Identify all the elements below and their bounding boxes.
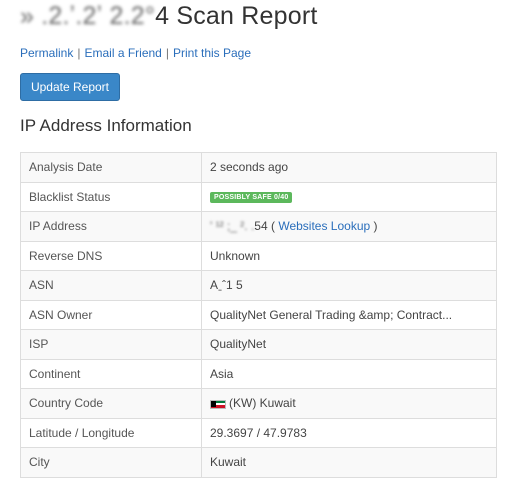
table-row: ISP QualityNet bbox=[20, 329, 497, 360]
title-text: 4 Scan Report bbox=[155, 2, 318, 30]
asn-value: Aˍˆ1 5 bbox=[201, 270, 497, 301]
websites-lookup-link[interactable]: Websites Lookup bbox=[278, 219, 370, 233]
continent-value: Asia bbox=[201, 358, 497, 389]
paren-open: ( bbox=[271, 219, 275, 234]
ip-tail: 54 bbox=[254, 219, 268, 234]
city-value: Kuwait bbox=[201, 447, 497, 478]
table-row: Reverse DNS Unknown bbox=[20, 240, 497, 271]
blacklist-status-label: Blacklist Status bbox=[20, 181, 202, 212]
reverse-dns-label: Reverse DNS bbox=[20, 240, 202, 271]
table-row: IP Address ' ¹² ;_ ². .54 ( Websites Loo… bbox=[20, 211, 497, 242]
table-row: ASN Owner QualityNet General Trading &am… bbox=[20, 299, 497, 330]
ip-address-label: IP Address bbox=[20, 211, 202, 242]
obscured-ip-title: » .2.ʼ.2ʼ 2.2° bbox=[20, 2, 156, 30]
table-row: City Kuwait bbox=[20, 447, 497, 478]
permalink-link[interactable]: Permalink bbox=[20, 46, 73, 60]
page-links: Permalink | Email a Friend | Print this Page bbox=[20, 46, 251, 60]
blacklist-status-value: POSSIBLY SAFE 0/40 bbox=[201, 181, 497, 212]
ip-info-table: Analysis Date 2 seconds ago Blacklist St… bbox=[20, 152, 497, 478]
table-row: ASN Aˍˆ1 5 bbox=[20, 270, 497, 301]
asn-owner-label: ASN Owner bbox=[20, 299, 202, 330]
reverse-dns-value: Unknown bbox=[201, 240, 497, 271]
email-friend-link[interactable]: Email a Friend bbox=[84, 46, 161, 60]
table-row: Latitude / Longitude 29.3697 / 47.9783 bbox=[20, 417, 497, 448]
link-separator: | bbox=[165, 46, 169, 60]
country-text: (KW) Kuwait bbox=[229, 396, 296, 411]
table-row: Blacklist Status POSSIBLY SAFE 0/40 bbox=[20, 181, 497, 212]
continent-label: Continent bbox=[20, 358, 202, 389]
isp-label: ISP bbox=[20, 329, 202, 360]
lat-long-label: Latitude / Longitude bbox=[20, 417, 202, 448]
ip-address-value: ' ¹² ;_ ². .54 ( Websites Lookup ) bbox=[201, 211, 497, 242]
update-report-button[interactable]: Update Report bbox=[20, 73, 120, 101]
paren-close: ) bbox=[373, 219, 378, 234]
asn-label: ASN bbox=[20, 270, 202, 301]
country-code-label: Country Code bbox=[20, 388, 202, 419]
obscured-ip: ' ¹² ;_ ². . bbox=[210, 219, 255, 234]
asn-owner-value: QualityNet General Trading &amp; Contrac… bbox=[201, 299, 497, 330]
lat-long-value: 29.3697 / 47.9783 bbox=[201, 417, 497, 448]
print-page-link[interactable]: Print this Page bbox=[173, 46, 251, 60]
analysis-date-value: 2 seconds ago bbox=[201, 152, 497, 183]
analysis-date-label: Analysis Date bbox=[20, 152, 202, 183]
section-title: IP Address Information bbox=[20, 116, 192, 135]
table-row: Analysis Date 2 seconds ago bbox=[20, 152, 497, 183]
kuwait-flag-icon bbox=[210, 399, 226, 409]
country-code-value: (KW) Kuwait bbox=[201, 388, 497, 419]
link-separator: | bbox=[77, 46, 81, 60]
city-label: City bbox=[20, 447, 202, 478]
table-row: Continent Asia bbox=[20, 358, 497, 389]
table-row: Country Code (KW) Kuwait bbox=[20, 388, 497, 419]
status-badge: POSSIBLY SAFE 0/40 bbox=[210, 192, 293, 204]
isp-value: QualityNet bbox=[201, 329, 497, 360]
page-title: » .2.ʼ.2ʼ 2.2°4 Scan Report bbox=[20, 2, 318, 31]
